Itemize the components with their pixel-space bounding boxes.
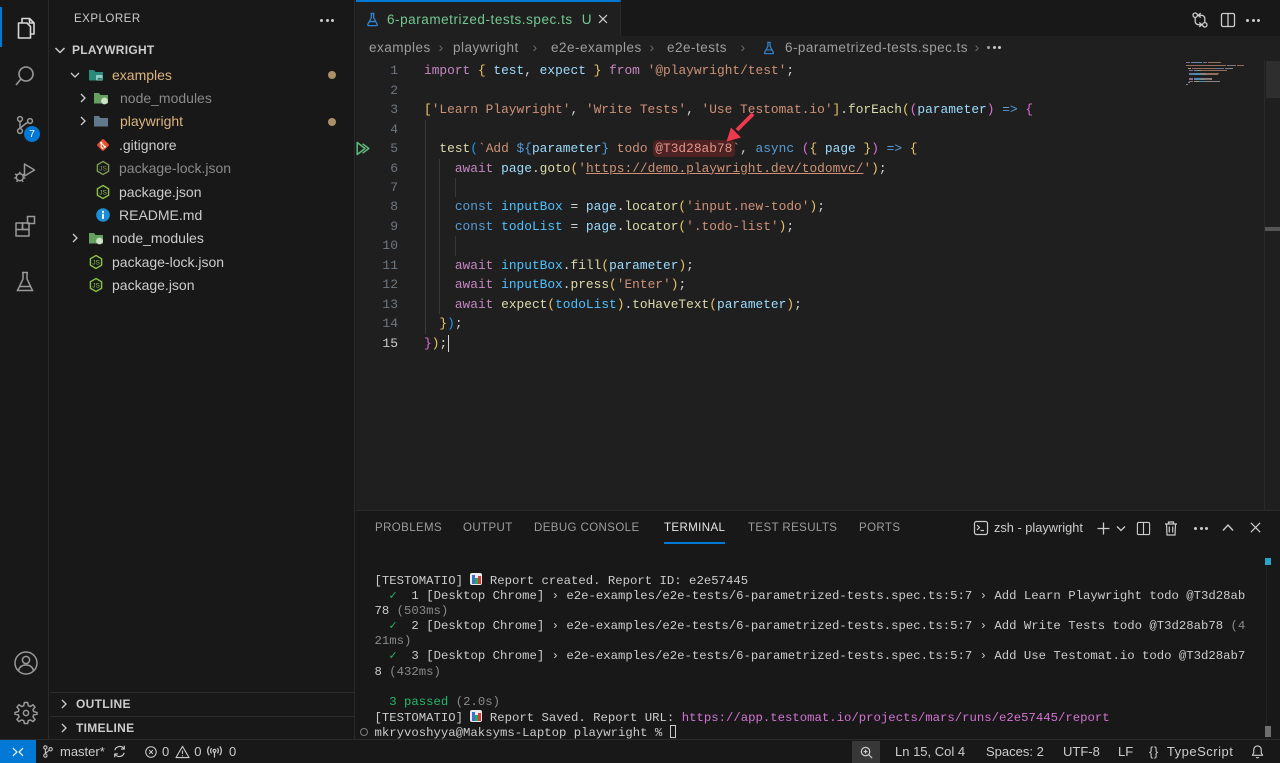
svg-text:JS: JS: [99, 166, 107, 173]
svg-text:JS: JS: [99, 189, 107, 196]
svg-text:JS: JS: [92, 283, 100, 290]
svg-text:JS: JS: [92, 259, 100, 266]
